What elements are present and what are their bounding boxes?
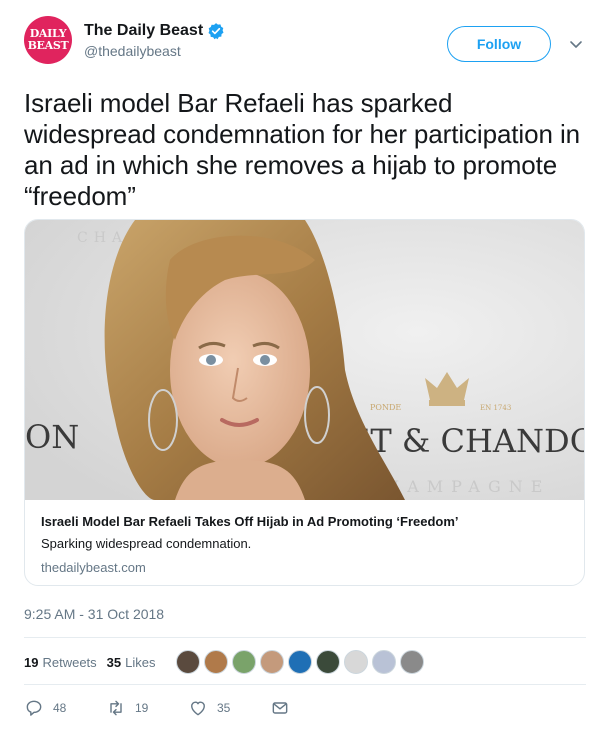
retweet-button[interactable]: 19 xyxy=(106,698,188,718)
retweets-count: 19 xyxy=(24,654,39,670)
liker-avatar[interactable] xyxy=(175,650,200,674)
card-domain: thedailybeast.com xyxy=(41,560,146,575)
follow-button[interactable]: Follow xyxy=(447,26,551,62)
card-title: Israeli Model Bar Refaeli Takes Off Hija… xyxy=(41,514,459,529)
retweet-count: 19 xyxy=(135,701,149,715)
avatar[interactable]: DAILY BEAST xyxy=(24,16,72,64)
name-row: The Daily Beast xyxy=(84,22,225,40)
likes-label: Likes xyxy=(125,654,156,670)
retweets-label: Retweets xyxy=(42,654,97,670)
like-button[interactable]: 35 xyxy=(188,698,270,718)
card-photo: CHA PONDE EN 1743 ON ÊT & CHANDO CHAMPAG… xyxy=(25,220,585,500)
card-body: Israeli Model Bar Refaeli Takes Off Hija… xyxy=(25,501,584,575)
author-handle[interactable]: @thedailybeast xyxy=(84,43,225,59)
chevron-down-icon[interactable] xyxy=(568,36,584,52)
divider xyxy=(24,637,586,638)
liker-avatar[interactable] xyxy=(287,650,312,674)
tweet-timestamp[interactable]: 9:25 AM - 31 Oct 2018 xyxy=(24,606,164,622)
retweet-icon xyxy=(110,700,122,716)
sign-en-1743: EN 1743 xyxy=(480,404,511,412)
like-count: 35 xyxy=(217,701,231,715)
liker-avatar[interactable] xyxy=(203,650,228,674)
liker-avatar[interactable] xyxy=(259,650,284,674)
sign-cha: CHA xyxy=(77,230,128,246)
card-image[interactable]: CHA PONDE EN 1743 ON ÊT & CHANDO CHAMPAG… xyxy=(25,220,585,500)
likes-count: 35 xyxy=(106,654,122,670)
likes-stat[interactable]: 35 Likes xyxy=(107,655,156,670)
divider xyxy=(24,684,586,685)
tweet-text: Israeli model Bar Refaeli has sparked wi… xyxy=(24,88,580,211)
liker-avatar[interactable] xyxy=(371,650,396,674)
tweet-actions: 48 19 35 xyxy=(24,696,290,720)
retweets-stat[interactable]: 19 Retweets xyxy=(24,655,97,670)
tweet-stats: 19 Retweets 35 Likes xyxy=(24,650,424,674)
heart-icon xyxy=(191,701,205,716)
sign-on: ON xyxy=(25,418,79,456)
liker-avatar[interactable] xyxy=(315,650,340,674)
author-display-name[interactable]: The Daily Beast xyxy=(84,22,203,40)
verified-badge-icon xyxy=(208,23,224,40)
reply-button[interactable]: 48 xyxy=(24,698,106,718)
tweet-header: DAILY BEAST The Daily Beast @thedailybea… xyxy=(24,16,594,72)
direct-message-button[interactable] xyxy=(270,698,290,718)
author-name-block: The Daily Beast @thedailybeast xyxy=(84,22,225,59)
reply-icon xyxy=(26,700,42,716)
card-description: Sparking widespread condemnation. xyxy=(41,536,252,551)
liker-avatar[interactable] xyxy=(399,650,424,674)
envelope-icon xyxy=(272,702,288,714)
sign-ponde: PONDE xyxy=(370,403,401,412)
sign-moet-chandon: ÊT & CHANDO xyxy=(347,422,585,460)
link-card[interactable]: CHA PONDE EN 1743 ON ÊT & CHANDO CHAMPAG… xyxy=(24,219,585,586)
liker-avatar[interactable] xyxy=(231,650,256,674)
liker-avatar[interactable] xyxy=(343,650,368,674)
avatar-text-line-2: BEAST xyxy=(27,39,69,52)
reply-count: 48 xyxy=(53,701,67,715)
liker-avatars xyxy=(175,650,424,674)
